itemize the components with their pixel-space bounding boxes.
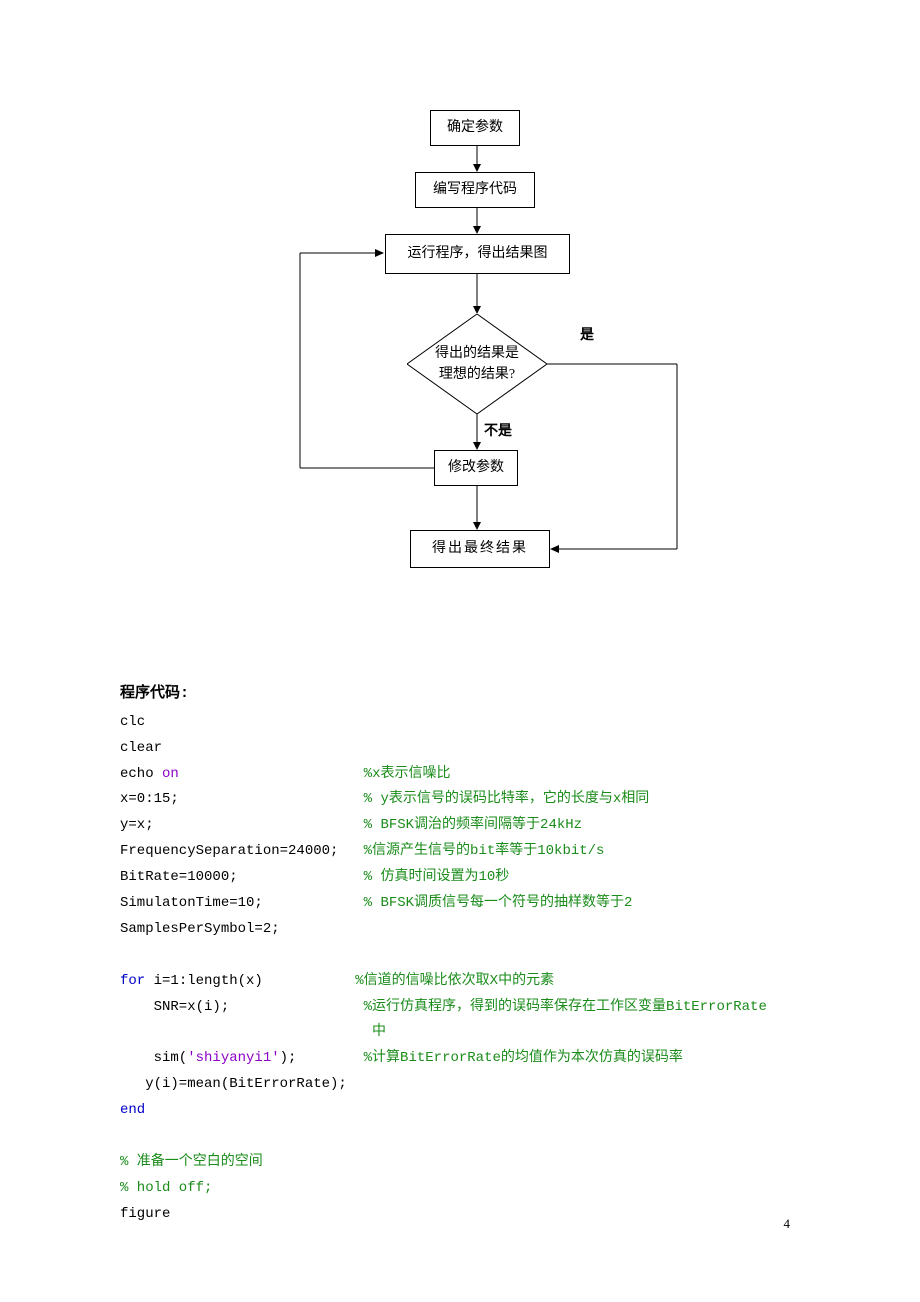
page-number: 4 bbox=[784, 1216, 791, 1232]
code-line: % hold off; bbox=[120, 1176, 800, 1202]
code-block: clcclearecho on %x表示信噪比x=0:15; % y表示信号的误… bbox=[120, 710, 800, 1228]
code-line: BitRate=10000; % 仿真时间设置为10秒 bbox=[120, 865, 800, 891]
code-line: echo on %x表示信噪比 bbox=[120, 762, 800, 788]
code-line: y(i)=mean(BitErrorRate); bbox=[120, 1072, 800, 1098]
code-line: clear bbox=[120, 736, 800, 762]
arrow bbox=[473, 486, 481, 530]
code-line bbox=[120, 943, 800, 969]
code-line: SamplesPerSymbol=2; bbox=[120, 917, 800, 943]
code-heading: 程序代码: bbox=[120, 680, 800, 708]
arrow bbox=[473, 146, 481, 172]
arrow bbox=[473, 274, 481, 314]
code-line: y=x; % BFSK调治的频率间隔等于24kHz bbox=[120, 813, 800, 839]
flow-box-params: 确定参数 bbox=[430, 110, 520, 146]
code-line: FrequencySeparation=24000; %信源产生信号的bit率等… bbox=[120, 839, 800, 865]
code-line: SimulatonTime=10; % BFSK调质信号每一个符号的抽样数等于2 bbox=[120, 891, 800, 917]
code-line bbox=[120, 1124, 800, 1150]
code-line: % 准备一个空白的空间 bbox=[120, 1150, 800, 1176]
flow-decision-line2: 理想的结果? bbox=[439, 364, 515, 385]
arrow bbox=[473, 208, 481, 234]
arrow bbox=[473, 414, 481, 450]
flow-decision-line1: 得出的结果是 bbox=[435, 343, 519, 364]
flow-box-final-label: 得出最终结果 bbox=[432, 541, 528, 558]
code-line: figure bbox=[120, 1202, 800, 1228]
code-line: for i=1:length(x) %信道的信噪比依次取X中的元素 bbox=[120, 969, 800, 995]
arrow-yes bbox=[547, 361, 687, 561]
code-line: x=0:15; % y表示信号的误码比特率，它的长度与x相同 bbox=[120, 787, 800, 813]
flow-box-code: 编写程序代码 bbox=[415, 172, 535, 208]
arrow-loop bbox=[297, 250, 437, 472]
flow-label-yes: 是 bbox=[580, 328, 594, 345]
flow-box-code-label: 编写程序代码 bbox=[433, 182, 517, 199]
code-line: end bbox=[120, 1098, 800, 1124]
code-line: clc bbox=[120, 710, 800, 736]
flow-box-modify-label: 修改参数 bbox=[448, 460, 504, 477]
flow-box-params-label: 确定参数 bbox=[447, 120, 503, 137]
code-line: sim('shiyanyi1'); %计算BitErrorRate的均值作为本次… bbox=[120, 1046, 800, 1072]
code-line: 中 bbox=[120, 1020, 800, 1046]
code-section: 程序代码: clcclearecho on %x表示信噪比x=0:15; % y… bbox=[120, 680, 800, 1228]
flow-box-modify: 修改参数 bbox=[434, 450, 518, 486]
flow-label-no: 不是 bbox=[484, 424, 512, 441]
code-line: SNR=x(i); %运行仿真程序，得到的误码率保存在工作区变量BitError… bbox=[120, 995, 800, 1021]
flow-box-final: 得出最终结果 bbox=[410, 530, 550, 568]
flowchart: 确定参数 编写程序代码 运行程序，得出结果图 得出的结果是 理想的结果? bbox=[200, 110, 720, 620]
